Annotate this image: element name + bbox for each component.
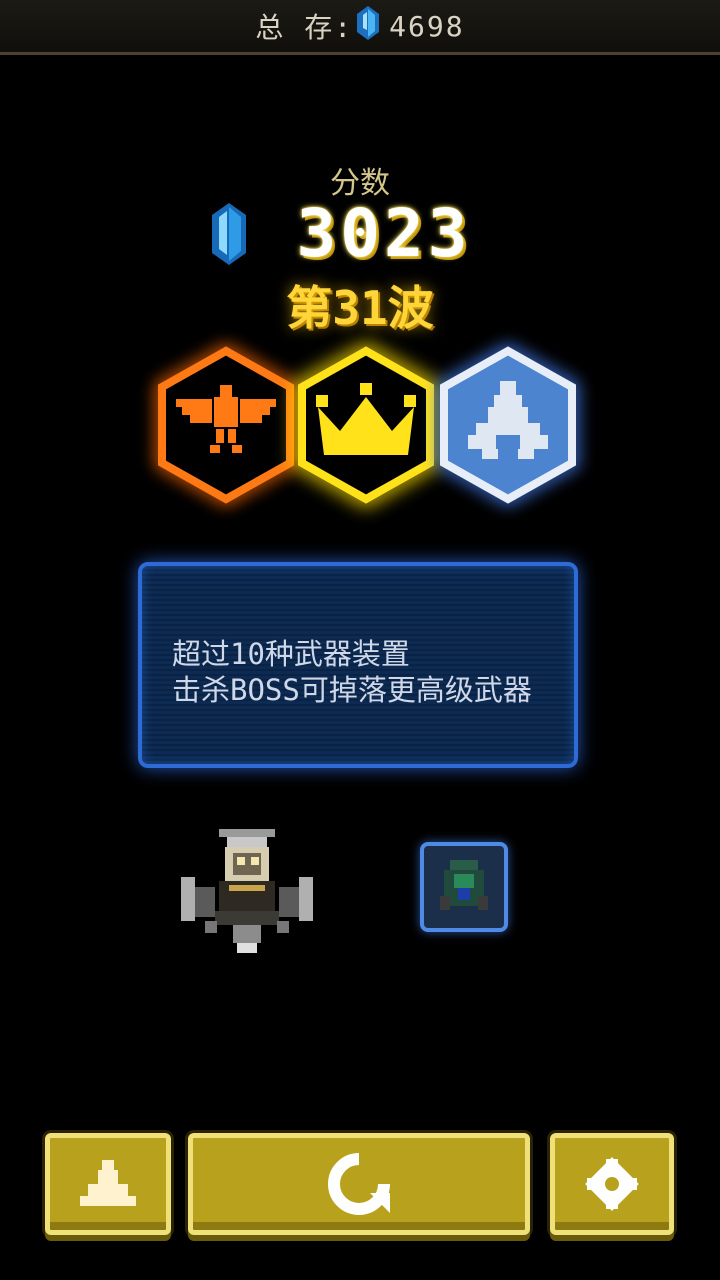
- crown-badge[interactable]: [294, 341, 438, 509]
- tip-line-2: 击杀BOSS可掉落更高级武器: [172, 673, 532, 707]
- score-value: 3023: [296, 195, 472, 272]
- settings-button[interactable]: [550, 1133, 674, 1235]
- total-value: 4698: [389, 9, 465, 43]
- total-label: 总 存:: [255, 11, 354, 44]
- tip-panel: 超过10种武器装置 击杀BOSS可掉落更高级武器: [138, 562, 578, 768]
- player-ship: [175, 825, 320, 960]
- drone-slot[interactable]: [420, 842, 508, 932]
- gear-icon: [585, 1157, 639, 1211]
- tip-line-1: 超过10种武器装置: [172, 637, 410, 671]
- drone-icon: [440, 860, 488, 910]
- gem-icon: [357, 5, 380, 47]
- ship-badge[interactable]: [437, 342, 579, 508]
- wave-label: 第31波: [286, 281, 434, 335]
- total-gems-bar: 总 存: 4698: [0, 0, 720, 55]
- restart-button[interactable]: [188, 1133, 530, 1235]
- game-over-screen: 总 存: 4698 分数 3023 第31波 超过10种武器装置 击杀BOSS可…: [0, 0, 720, 1280]
- gem-icon: [212, 203, 246, 269]
- restart-icon: [328, 1153, 390, 1215]
- ship-icon: [80, 1160, 136, 1206]
- score-row: 3023: [0, 195, 720, 272]
- ship-select-button[interactable]: [45, 1133, 171, 1235]
- achievement-badges: [0, 341, 720, 509]
- eagle-badge[interactable]: [155, 342, 297, 508]
